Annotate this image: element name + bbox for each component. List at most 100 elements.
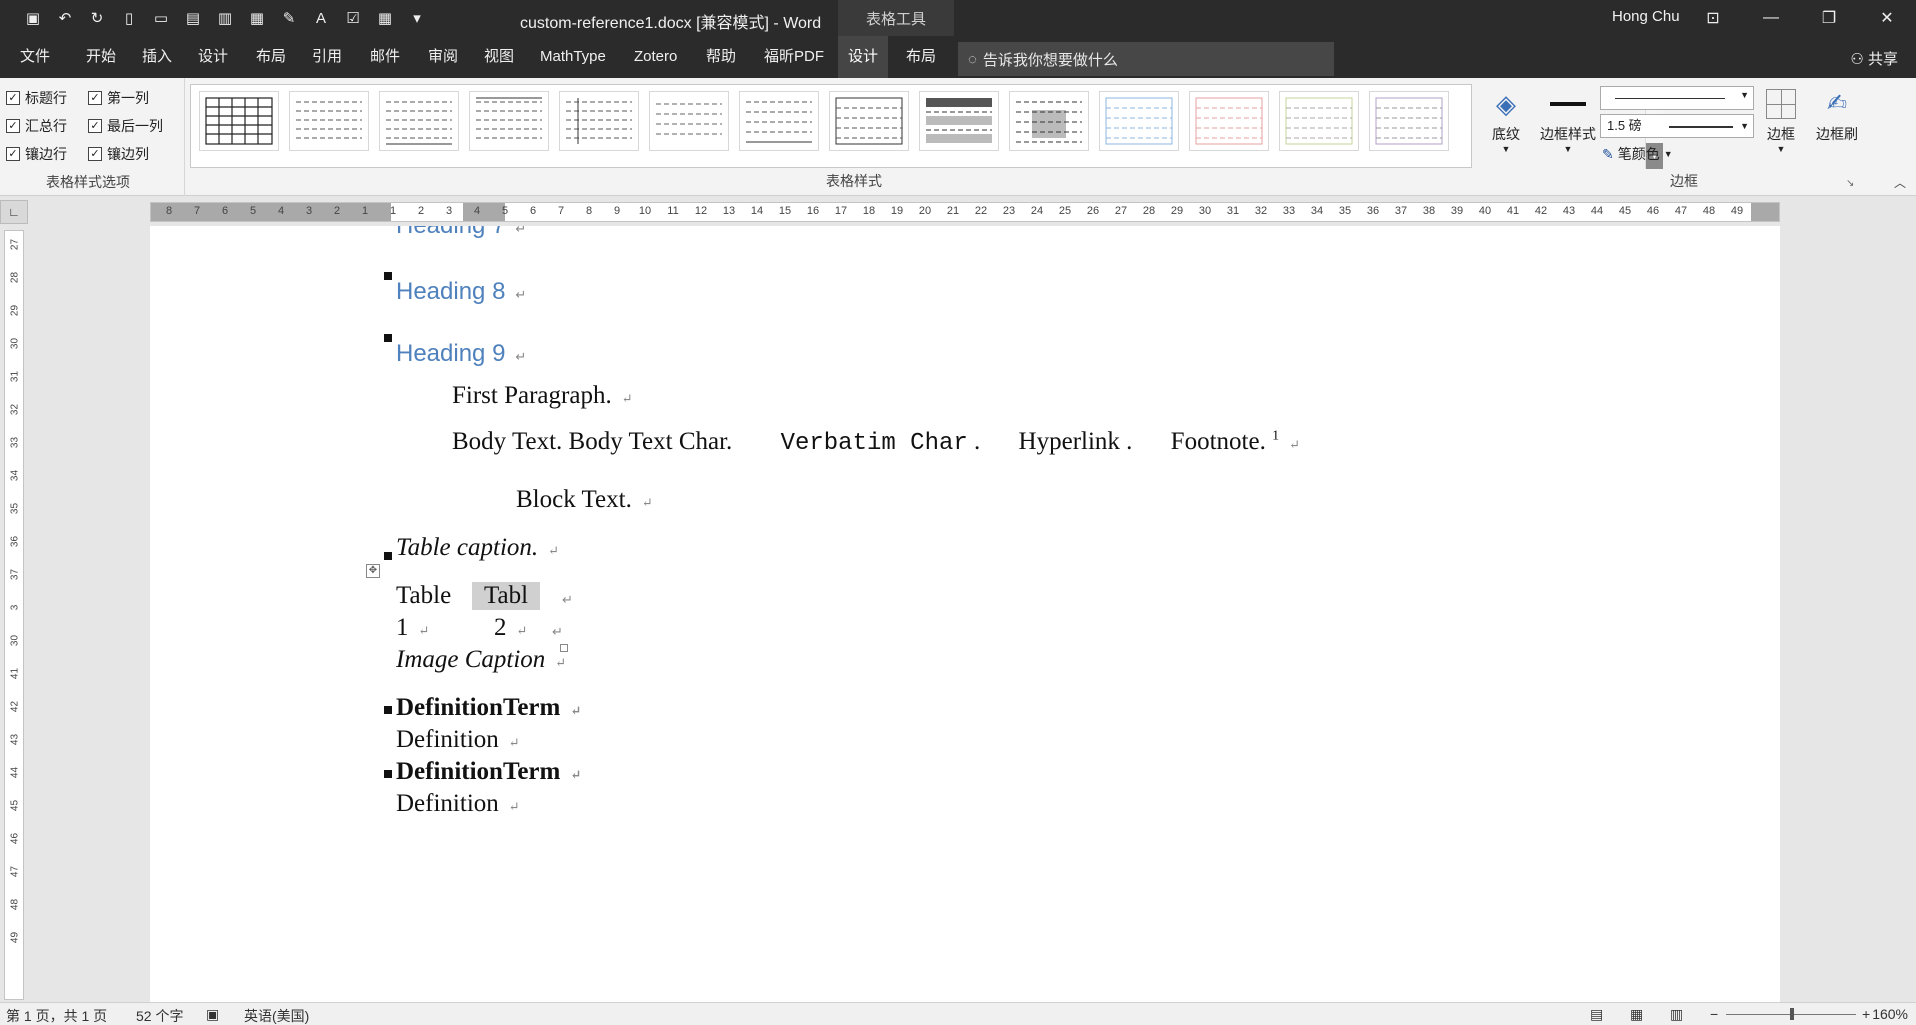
banded-columns-checkbox[interactable]: ✓ 镶边列 [88, 144, 149, 164]
table-style-medium[interactable] [1009, 91, 1089, 151]
table-style-plain-4[interactable] [559, 91, 639, 151]
line-weight-dropdown[interactable]: 1.5 磅 ▼ [1600, 114, 1754, 138]
table-style-blue[interactable] [1099, 91, 1179, 151]
definition[interactable]: Definition ↵ [396, 726, 520, 754]
language[interactable]: 英语(美国) [244, 1006, 309, 1025]
tab-review[interactable]: 审阅 [418, 36, 468, 78]
collapse-ribbon-icon[interactable]: ︿ [1894, 174, 1906, 191]
last-column-checkbox[interactable]: ✓ 最后一列 [88, 116, 163, 136]
customize-icon[interactable]: ▾ [404, 8, 430, 28]
tell-me-box[interactable]: ◌ 告诉我你想要做什么 [958, 42, 1334, 76]
definition-term[interactable]: DefinitionTerm ↵ [396, 758, 581, 786]
table-style-plain[interactable] [289, 91, 369, 151]
tab-view[interactable]: 视图 [474, 36, 524, 78]
dialog-launcher-icon[interactable]: ↘ [1846, 178, 1854, 189]
header-row-checkbox[interactable]: ✓ 标题行 [6, 88, 67, 108]
paste-icon[interactable]: ▥ [212, 8, 238, 28]
tab-table-layout[interactable]: 布局 [896, 36, 946, 78]
heading-9[interactable]: Heading 9 ↵ [396, 340, 526, 368]
font-size-icon[interactable]: A [308, 8, 334, 28]
hyperlink-text[interactable]: Hyperlink [1019, 428, 1120, 455]
table-style-plain-2[interactable] [379, 91, 459, 151]
redo-icon[interactable]: ↻ [84, 8, 110, 28]
table-cell[interactable]: Table [396, 582, 451, 610]
first-column-checkbox[interactable]: ✓ 第一列 [88, 88, 149, 108]
table-style-grid-4[interactable] [829, 91, 909, 151]
vertical-ruler[interactable]: 27 28 29 30 31 32 33 34 35 36 37 3 30 41 42 43 44 45 46 47 4… [4, 230, 24, 1000]
table-cell-selected[interactable]: Tabl [472, 582, 541, 610]
minimize-icon[interactable]: — [1742, 0, 1800, 36]
tab-home[interactable]: 开始 [76, 36, 126, 78]
page-count[interactable]: 第 1 页，共 1 页 [6, 1006, 107, 1025]
open-icon[interactable]: ▭ [148, 8, 174, 28]
tab-design[interactable]: 设计 [188, 36, 238, 78]
ribbon-display-icon[interactable]: ⊡ [1684, 0, 1742, 36]
table-cell[interactable]: 1 ↵ [396, 614, 429, 642]
tab-file[interactable]: 文件 [10, 36, 60, 78]
tab-insert[interactable]: 插入 [132, 36, 182, 78]
body-text-line[interactable]: Body Text. Body Text Char. Verbatim Char… [452, 428, 1300, 457]
table-style-red[interactable] [1189, 91, 1269, 151]
read-mode-icon[interactable]: ▤ [1590, 1006, 1603, 1023]
close-icon[interactable]: ✕ [1858, 0, 1916, 36]
zoom-slider[interactable] [1726, 1008, 1856, 1020]
tab-help[interactable]: 帮助 [696, 36, 746, 78]
tab-references[interactable]: 引用 [302, 36, 352, 78]
table-caption[interactable]: Table caption. ↵ [396, 534, 559, 562]
heading-8[interactable]: Heading 8 ↵ [396, 278, 526, 306]
right-margin-area [1751, 203, 1779, 221]
tab-mailings[interactable]: 邮件 [360, 36, 410, 78]
print-layout-icon[interactable]: ▦ [1630, 1006, 1643, 1023]
line-style-dropdown[interactable]: ▼ [1600, 86, 1754, 110]
check-icon[interactable]: ☑ [340, 8, 366, 28]
block-text[interactable]: Block Text. ↵ [516, 486, 653, 514]
image-caption[interactable]: Image Caption ↵ [396, 646, 566, 674]
table-style-grid[interactable] [199, 91, 279, 151]
save-as-icon[interactable]: ▤ [180, 8, 206, 28]
heading-7[interactable]: Heading 7 ↵ [396, 226, 526, 240]
horizontal-ruler[interactable]: 8 7 6 5 4 3 2 1 1 2 3 4 5 6 7 8 9 10 11 12 13 14 15 16 17 18 19 20 2… [150, 202, 1780, 222]
definition-term[interactable]: DefinitionTerm ↵ [396, 694, 581, 722]
user-name[interactable]: Hong Chu [1612, 8, 1680, 25]
pen-color-button[interactable]: ✎ 笔颜色 ▼ [1602, 144, 1673, 164]
first-paragraph[interactable]: First Paragraph. ↵ [452, 382, 633, 410]
share-button[interactable]: ⚇ 共享 [1850, 48, 1898, 69]
proofing-icon[interactable]: ▣ [206, 1006, 219, 1023]
tab-layout[interactable]: 布局 [246, 36, 296, 78]
insert-table-icon[interactable]: ▦ [244, 8, 270, 28]
table-style-grid-light[interactable] [739, 91, 819, 151]
table-grid-icon[interactable]: ▦ [372, 8, 398, 28]
save-icon[interactable]: ▣ [20, 8, 46, 28]
table-style-green[interactable] [1279, 91, 1359, 151]
tab-table-design[interactable]: 设计 [838, 36, 889, 78]
shading-button[interactable]: ◈ 底纹 ▼ [1478, 84, 1534, 168]
zoom-in-icon[interactable]: + [1862, 1006, 1870, 1022]
borders-button[interactable]: 边框 ▼ [1758, 84, 1804, 168]
banded-rows-checkbox[interactable]: ✓ 镶边行 [6, 144, 67, 164]
tab-foxit-pdf[interactable]: 福昕PDF [754, 36, 834, 78]
web-layout-icon[interactable]: ▥ [1670, 1006, 1683, 1023]
border-styles-button[interactable]: 边框样式 ▼ [1536, 84, 1600, 168]
zoom-out-icon[interactable]: − [1710, 1006, 1718, 1022]
tab-zotero[interactable]: Zotero [624, 36, 687, 78]
zoom-thumb[interactable] [1790, 1008, 1794, 1020]
tab-mathtype[interactable]: MathType [530, 36, 616, 78]
undo-icon[interactable]: ↶ [52, 8, 78, 28]
table-style-plain-5[interactable] [649, 91, 729, 151]
word-count[interactable]: 52 个字 [136, 1006, 183, 1025]
definition[interactable]: Definition ↵ [396, 790, 520, 818]
table-style-purple[interactable] [1369, 91, 1449, 151]
new-document-icon[interactable]: ▯ [116, 8, 142, 28]
footnote-reference[interactable]: 1 [1272, 429, 1279, 444]
table-move-handle-icon[interactable]: ✥ [366, 564, 380, 578]
table-style-dark-header[interactable] [919, 91, 999, 151]
table-cell[interactable]: 2 ↵ [494, 614, 527, 642]
border-painter-button[interactable]: ✍ 边框刷 [1808, 84, 1866, 168]
tab-selector[interactable]: ∟ [0, 200, 28, 224]
restore-icon[interactable]: ❐ [1800, 0, 1858, 36]
total-row-checkbox[interactable]: ✓ 汇总行 [6, 116, 67, 136]
document-page[interactable]: Heading 7 ↵ Heading 8 ↵ Heading 9 ↵ First P… [150, 226, 1780, 1002]
format-painter-icon[interactable]: ✎ [276, 8, 302, 28]
table-style-plain-3[interactable] [469, 91, 549, 151]
zoom-level[interactable]: 160% [1872, 1006, 1908, 1022]
